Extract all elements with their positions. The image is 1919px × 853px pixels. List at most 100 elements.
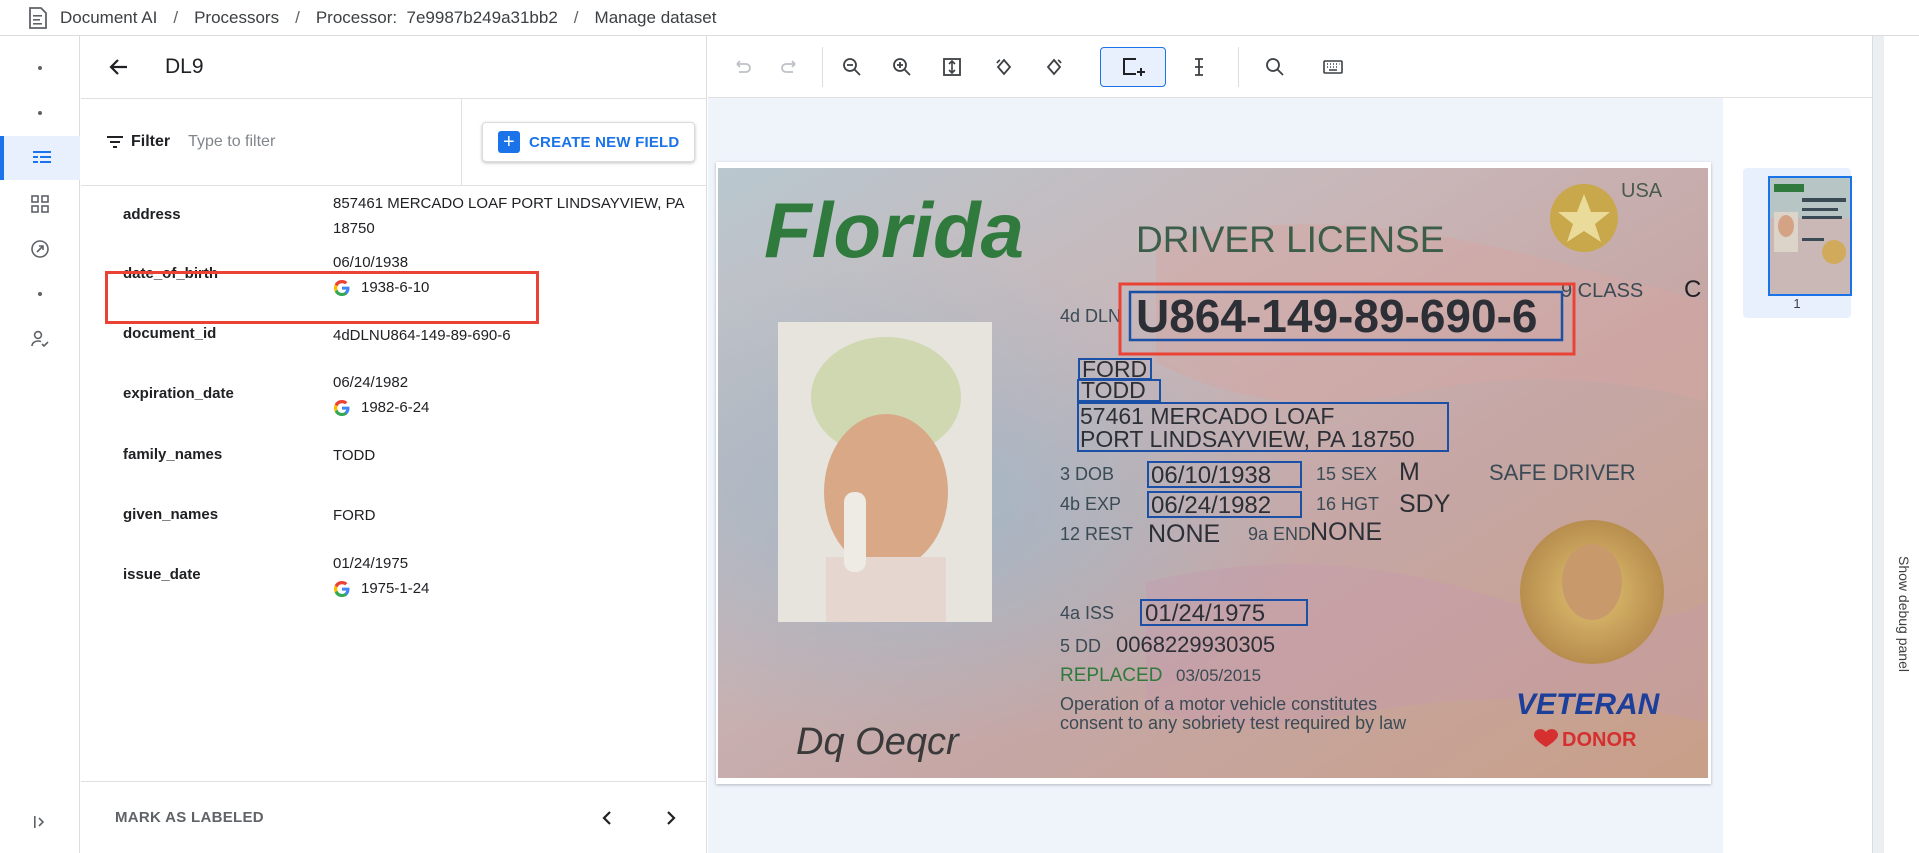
normalized-value: 1982-6-24 — [333, 395, 693, 420]
viewer-scrollbar[interactable] — [1872, 36, 1884, 853]
normalized-value: 1975-1-24 — [333, 576, 693, 601]
license-end-label: 9a END — [1248, 524, 1311, 544]
dot-icon — [38, 292, 42, 296]
fit-page-button[interactable] — [932, 47, 972, 87]
google-icon — [334, 580, 350, 597]
license-heading: DRIVER LICENSE — [1136, 219, 1444, 260]
license-sex-label: 15 SEX — [1316, 464, 1377, 484]
previous-document-button[interactable] — [591, 802, 623, 834]
zoom-out-icon — [843, 58, 861, 76]
field-row-expiration-date[interactable]: expiration_date 06/24/1982 1982-6-24 — [81, 365, 707, 425]
page-thumbnails: 1 — [1723, 98, 1872, 853]
nav-item-3[interactable] — [0, 272, 80, 316]
license-dl-label: 4d DLN — [1060, 306, 1121, 326]
grid-icon — [31, 195, 49, 213]
field-row-family-names[interactable]: family_names TODD — [81, 425, 707, 485]
license-iss-label: 4a ISS — [1060, 603, 1114, 623]
nav-item-2[interactable] — [0, 91, 80, 135]
nav-item-deploy[interactable] — [0, 227, 80, 271]
debug-panel-toggle[interactable]: Show debug panel — [1884, 36, 1919, 853]
zoom-out-button[interactable] — [832, 47, 872, 87]
field-row-address[interactable]: address 857461 MERCADO LOAF PORT LINDSAY… — [81, 186, 707, 245]
next-document-button[interactable] — [655, 802, 687, 834]
field-name: address — [123, 206, 181, 223]
bounding-box-tool-button[interactable] — [1100, 47, 1166, 87]
license-replaced: 03/05/2015 — [1176, 666, 1261, 685]
breadcrumb-separator: / — [295, 7, 300, 27]
fit-height-icon — [943, 58, 961, 76]
rocket-icon — [31, 240, 49, 258]
filter-input[interactable] — [188, 133, 389, 151]
chevron-left-icon — [602, 810, 611, 825]
license-exp-label: 4b EXP — [1060, 494, 1121, 514]
license-exp: 06/24/1982 — [1151, 492, 1271, 519]
breadcrumb-processors[interactable]: Processors — [194, 8, 279, 28]
thumbnail-page-number: 1 — [1793, 296, 1801, 311]
expand-nav-button[interactable] — [0, 800, 80, 844]
field-row-given-names[interactable]: given_names FORD — [81, 485, 707, 545]
photo-shoulders — [826, 557, 946, 622]
license-hgt-label: 16 HGT — [1316, 494, 1379, 514]
selected-field-highlight — [105, 271, 539, 324]
search-button[interactable] — [1255, 47, 1295, 87]
filter-container: Filter — [81, 99, 462, 185]
zoom-in-button[interactable] — [882, 47, 922, 87]
field-value: 01/24/1975 — [333, 555, 409, 572]
zoom-in-icon — [893, 58, 911, 76]
normalized-text: 1975-1-24 — [361, 580, 430, 597]
nav-item-review[interactable] — [0, 317, 80, 361]
text-select-tool-button[interactable] — [1168, 47, 1230, 87]
document-viewer: Florida DRIVER LICENSE USA 9 CLASS C Dq … — [708, 36, 1872, 853]
thumbnail-license-image — [1770, 178, 1850, 294]
text-cursor-icon — [1195, 58, 1203, 76]
mark-as-labeled-button[interactable]: MARK AS LABELED — [115, 809, 264, 826]
page-thumbnail[interactable]: 1 — [1743, 168, 1852, 318]
plus-icon: + — [498, 131, 520, 153]
undo-icon — [736, 60, 751, 73]
license-iss: 01/24/1975 — [1145, 600, 1265, 627]
field-value: 857461 MERCADO LOAF PORT LINDSAYVIEW, PA… — [333, 195, 684, 237]
field-value: 06/24/1982 — [333, 374, 409, 391]
nav-item-dataset[interactable] — [0, 136, 80, 180]
expand-icon — [34, 816, 45, 828]
license-signature: Dq Oeqcr — [796, 721, 960, 763]
create-new-field-label: CREATE NEW FIELD — [529, 133, 680, 151]
keyboard-icon — [1323, 60, 1343, 74]
keyboard-shortcuts-button[interactable] — [1313, 47, 1353, 87]
arrow-back-icon — [109, 59, 127, 75]
breadcrumb-manage-dataset: Manage dataset — [594, 7, 717, 27]
photo-phone — [844, 492, 866, 572]
nav-item-grid[interactable] — [0, 182, 80, 226]
breadcrumb-document-ai[interactable]: Document AI — [60, 8, 157, 28]
show-debug-panel-label[interactable]: Show debug panel — [1896, 556, 1912, 672]
normalized-text: 1982-6-24 — [361, 399, 430, 416]
filter-label: Filter — [131, 133, 171, 150]
license-dd-label: 5 DD — [1060, 636, 1101, 656]
rotate-right-button[interactable] — [1034, 47, 1074, 87]
redo-button[interactable] — [770, 47, 810, 87]
thumbnail-image — [1768, 176, 1852, 296]
field-value: FORD — [333, 507, 376, 524]
license-safe-driver: SAFE DRIVER — [1489, 460, 1636, 485]
hologram-face — [1562, 544, 1622, 620]
license-rest-label: 12 REST — [1060, 524, 1133, 544]
rotate-left-button[interactable] — [984, 47, 1024, 87]
person-check-icon — [31, 330, 49, 348]
license-dob-label: 3 DOB — [1060, 464, 1114, 484]
field-row-issue-date[interactable]: issue_date 01/24/1975 1975-1-24 — [81, 545, 707, 605]
field-name: issue_date — [123, 566, 201, 583]
panel-footer: MARK AS LABELED — [81, 781, 707, 853]
license-veteran: VETERAN — [1516, 688, 1661, 721]
nav-item-1[interactable] — [0, 46, 80, 90]
back-button[interactable] — [103, 51, 135, 83]
license-donor: DONOR — [1562, 729, 1637, 751]
breadcrumb-separator: / — [173, 7, 179, 27]
left-nav-rail — [0, 36, 80, 853]
dot-icon — [38, 66, 42, 70]
undo-button[interactable] — [722, 47, 762, 87]
panel-header: DL9 — [81, 36, 706, 98]
field-name: document_id — [123, 325, 217, 342]
field-name: expiration_date — [123, 385, 234, 402]
create-new-field-button[interactable]: + CREATE NEW FIELD — [482, 122, 696, 162]
breadcrumb-processor[interactable]: Processor: 7e9987b249a31bb2 — [316, 8, 558, 28]
